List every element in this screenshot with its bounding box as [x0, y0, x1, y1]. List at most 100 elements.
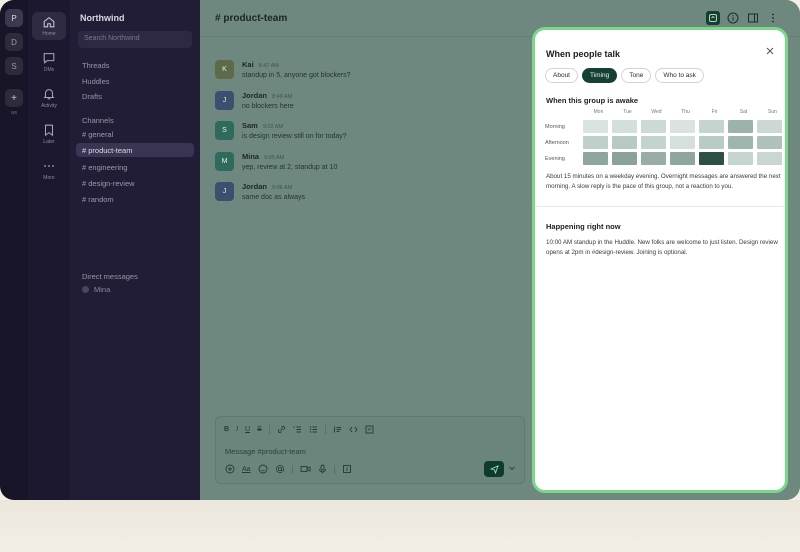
nav-later[interactable]: Later: [32, 120, 66, 148]
message-text: yep, review at 2, standup at 10: [242, 164, 338, 171]
nav-dms[interactable]: DMs: [32, 48, 66, 76]
message-author[interactable]: Kai: [242, 60, 254, 69]
sidebar-channel-product-team[interactable]: # product-team: [76, 143, 194, 157]
message-author[interactable]: Sam: [242, 121, 258, 130]
tab-tone[interactable]: Tone: [621, 68, 652, 83]
code-icon[interactable]: [349, 425, 358, 434]
heatmap-cell-evening-sat[interactable]: [728, 152, 753, 165]
tab-who-to-ask[interactable]: Who to ask: [655, 68, 704, 83]
heatmap-row-morning: Morning: [545, 120, 785, 133]
bullet-list-icon[interactable]: [309, 425, 318, 434]
heatmap-cell-evening-mon[interactable]: [583, 152, 608, 165]
channel-title[interactable]: # product-team: [215, 13, 287, 24]
more-options-button[interactable]: [766, 11, 780, 25]
heatmap-cell-morning-thu[interactable]: [670, 120, 695, 133]
heatmap-cell-evening-thu[interactable]: [670, 152, 695, 165]
ordered-list-icon[interactable]: [293, 425, 302, 434]
heatmap-cell-evening-wed[interactable]: [641, 152, 666, 165]
workspace-name[interactable]: Northwind: [80, 13, 125, 23]
emoji-icon[interactable]: [258, 464, 268, 474]
avatar[interactable]: K: [215, 60, 234, 79]
workspace-switch-p[interactable]: P: [5, 9, 23, 27]
sidebar-channel-general[interactable]: # general: [76, 127, 194, 141]
heatmap-cell-afternoon-mon[interactable]: [583, 136, 608, 149]
shortcuts-icon[interactable]: [342, 464, 352, 474]
sidebar-item-threads[interactable]: Threads: [82, 61, 110, 70]
mention-icon[interactable]: [275, 464, 285, 474]
add-workspace-button[interactable]: +: [5, 89, 23, 107]
message-composer[interactable]: B I U S Message #product-team Aa: [215, 416, 525, 484]
code-block-icon[interactable]: [365, 425, 374, 434]
sidebar-channel-random[interactable]: # random: [76, 192, 194, 206]
underline-button[interactable]: U: [245, 426, 250, 433]
italic-button[interactable]: I: [236, 426, 238, 433]
bold-button[interactable]: B: [224, 426, 229, 433]
microphone-icon[interactable]: [318, 464, 327, 474]
heatmap-cell-afternoon-fri[interactable]: [699, 136, 724, 149]
message[interactable]: S Sam 9:02 AM is design review still on f…: [215, 121, 347, 140]
heatmap-cell-afternoon-sun[interactable]: [757, 136, 782, 149]
heatmap-row-evening: Evening: [545, 152, 785, 165]
sidebar-channel-design-review[interactable]: # design-review: [76, 176, 194, 190]
info-button[interactable]: [726, 11, 740, 25]
nav-activity[interactable]: Activity: [32, 84, 66, 112]
insights-button[interactable]: [706, 11, 720, 25]
heatmap-cell-afternoon-sat[interactable]: [728, 136, 753, 149]
add-attachment-icon[interactable]: [225, 464, 235, 474]
awake-note: About 15 minutes on a weekday evening. O…: [546, 173, 781, 190]
avatar[interactable]: M: [215, 152, 234, 171]
sidebar-channel-engineering[interactable]: # engineering: [76, 160, 194, 174]
nav-home[interactable]: Home: [32, 12, 66, 40]
heatmap-row-afternoon: Afternoon: [545, 136, 785, 149]
message[interactable]: J Jordan 8:49 AM no blockers here: [215, 91, 294, 110]
search-input[interactable]: Search Northwind: [78, 31, 192, 48]
heatmap-cell-evening-fri[interactable]: [699, 152, 724, 165]
day-label: Fri: [711, 109, 718, 115]
message-author[interactable]: Jordan: [242, 182, 267, 191]
panel-toggle-button[interactable]: [746, 11, 760, 25]
heatmap-cell-morning-sun[interactable]: [757, 120, 782, 133]
heatmap-cell-morning-mon[interactable]: [583, 120, 608, 133]
workspace-switch-d[interactable]: D: [5, 33, 23, 51]
workspace-switch-s[interactable]: S: [5, 57, 23, 75]
send-button[interactable]: [484, 461, 504, 477]
heatmap-cell-afternoon-wed[interactable]: [641, 136, 666, 149]
tab-about[interactable]: About: [545, 68, 578, 83]
sidebar-item-drafts[interactable]: Drafts: [82, 92, 102, 101]
channels-header[interactable]: Channels: [82, 116, 114, 125]
header-actions: [706, 11, 780, 25]
heatmap-cell-afternoon-thu[interactable]: [670, 136, 695, 149]
heatmap-cell-morning-tue[interactable]: [612, 120, 637, 133]
text-style-button[interactable]: Aa: [242, 466, 251, 473]
message[interactable]: K Kai 8:47 AM standup in 5, anyone got bl…: [215, 60, 351, 79]
video-icon[interactable]: [300, 464, 311, 474]
nav-more[interactable]: More: [32, 156, 66, 184]
send-icon: [489, 464, 499, 474]
day-label: Mon: [593, 109, 604, 115]
heatmap-cell-morning-sat[interactable]: [728, 120, 753, 133]
heatmap-cell-evening-sun[interactable]: [757, 152, 782, 165]
heatmap-cell-evening-tue[interactable]: [612, 152, 637, 165]
avatar[interactable]: J: [215, 182, 234, 201]
message[interactable]: J Jordan 9:06 AM same doc as always: [215, 182, 305, 201]
close-icon[interactable]: [765, 46, 775, 56]
dm-header[interactable]: Direct messages: [82, 272, 138, 281]
heatmap-cell-morning-wed[interactable]: [641, 120, 666, 133]
sidebar-dm-mina[interactable]: Mina: [82, 285, 110, 294]
message[interactable]: M Mina 9:05 AM yep, review at 2, standup …: [215, 152, 337, 171]
avatar[interactable]: J: [215, 91, 234, 110]
chevron-down-icon[interactable]: [508, 464, 516, 472]
heatmap-cell-afternoon-tue[interactable]: [612, 136, 637, 149]
blockquote-icon[interactable]: [333, 425, 342, 434]
avatar[interactable]: S: [215, 121, 234, 140]
link-icon[interactable]: [277, 425, 286, 434]
message-input[interactable]: Message #product-team: [225, 447, 306, 456]
sidebar-item-huddles[interactable]: Huddles: [82, 77, 110, 86]
message-text: same doc as always: [242, 194, 306, 201]
tab-timing[interactable]: Timing: [582, 68, 618, 83]
heatmap-cell-morning-fri[interactable]: [699, 120, 724, 133]
message-author[interactable]: Jordan: [242, 91, 267, 100]
message-author[interactable]: Mina: [242, 152, 259, 161]
strikethrough-button[interactable]: S: [257, 426, 262, 433]
workspace-rail: P D S + ws: [0, 0, 28, 500]
